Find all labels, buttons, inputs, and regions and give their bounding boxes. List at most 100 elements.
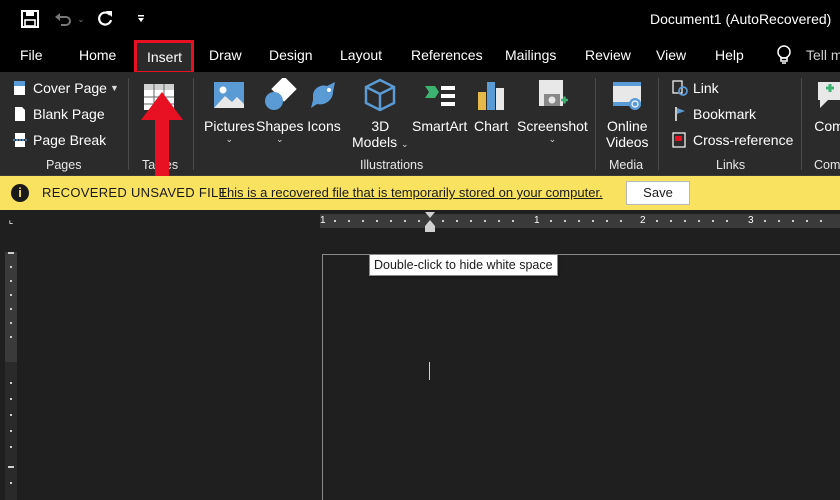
online-video-icon bbox=[613, 82, 642, 110]
redo-icon[interactable] bbox=[94, 8, 116, 30]
smartart-icon bbox=[424, 86, 455, 106]
link-label: Link bbox=[693, 80, 719, 96]
ruler-tick bbox=[10, 322, 12, 324]
ruler-number: 2 bbox=[640, 215, 646, 226]
ruler-tick bbox=[334, 220, 336, 222]
save-button[interactable]: Save bbox=[626, 181, 690, 205]
customize-qat-icon[interactable] bbox=[130, 8, 152, 30]
screenshot-label: Screenshot bbox=[517, 118, 588, 134]
3d-models-label-top: 3D bbox=[371, 118, 390, 134]
ruler-tick bbox=[578, 220, 580, 222]
pictures-button[interactable]: Pictures ⌄ bbox=[204, 78, 255, 144]
cover-page-icon bbox=[12, 80, 28, 96]
tab-file[interactable]: File bbox=[20, 47, 43, 63]
tab-review[interactable]: Review bbox=[585, 47, 631, 63]
chevron-down-icon: ⌄ bbox=[225, 134, 234, 144]
blank-page-button[interactable]: Blank Page bbox=[12, 106, 105, 122]
icons-button[interactable]: Icons bbox=[307, 78, 341, 134]
cross-reference-button[interactable]: Cross-reference bbox=[672, 132, 793, 148]
ruler-tick bbox=[726, 220, 728, 222]
horizontal-ruler[interactable]: 1 1 2 3 bbox=[320, 214, 840, 228]
ruler-number: 1 bbox=[534, 215, 540, 226]
ribbon-insert: Cover Page ▼ Blank Page Page Break Pages… bbox=[0, 72, 840, 176]
group-separator bbox=[801, 78, 802, 170]
smartart-label: SmartArt bbox=[412, 118, 468, 134]
blank-page-label: Blank Page bbox=[33, 106, 105, 122]
comment-button[interactable]: Com bbox=[812, 78, 840, 134]
cube-icon bbox=[365, 78, 396, 112]
lightbulb-icon bbox=[776, 45, 792, 70]
vertical-ruler[interactable] bbox=[5, 252, 17, 500]
ruler-tick bbox=[404, 220, 406, 222]
bookmark-button[interactable]: Bookmark bbox=[672, 106, 756, 122]
ruler-tick bbox=[684, 220, 686, 222]
document-title: Document1 (AutoRecovered) bbox=[650, 11, 832, 27]
tab-home[interactable]: Home bbox=[79, 47, 116, 63]
chart-label: Chart bbox=[474, 118, 509, 134]
shapes-button[interactable]: Shapes ⌄ bbox=[256, 78, 303, 144]
screenshot-button[interactable]: Screenshot ⌄ bbox=[517, 78, 588, 144]
icons-label: Icons bbox=[307, 118, 341, 134]
ruler-tick bbox=[10, 382, 12, 384]
ruler-tick bbox=[10, 266, 12, 268]
ruler-tick bbox=[498, 220, 500, 222]
ruler-tick bbox=[390, 220, 392, 222]
tab-layout[interactable]: Layout bbox=[340, 47, 382, 63]
smartart-button[interactable]: SmartArt bbox=[412, 78, 467, 134]
ruler-tick bbox=[592, 220, 594, 222]
document-page[interactable] bbox=[322, 254, 840, 500]
ruler-tick bbox=[470, 220, 472, 222]
tab-references[interactable]: References bbox=[411, 47, 483, 63]
pictures-label: Pictures bbox=[204, 118, 255, 134]
tab-selector[interactable]: ⌞ bbox=[0, 210, 22, 232]
link-icon bbox=[672, 80, 688, 96]
link-button[interactable]: Link bbox=[672, 80, 719, 96]
ruler-tick bbox=[698, 220, 700, 222]
tab-help[interactable]: Help bbox=[715, 47, 744, 63]
chart-icon bbox=[478, 82, 505, 110]
group-separator bbox=[658, 78, 659, 170]
3d-models-label-bottom: Models ⌄ bbox=[352, 134, 409, 150]
chevron-down-icon: ⌄ bbox=[548, 134, 557, 144]
icons-icon bbox=[311, 82, 335, 108]
ruler-tick bbox=[10, 398, 12, 400]
tab-view[interactable]: View bbox=[656, 47, 686, 63]
online-videos-button[interactable]: Online Videos bbox=[606, 78, 649, 150]
group-label-illustrations: Illustrations bbox=[360, 158, 424, 172]
ruler-tick bbox=[564, 220, 566, 222]
shapes-label: Shapes bbox=[256, 118, 304, 134]
shapes-icon bbox=[264, 78, 297, 110]
tab-design[interactable]: Design bbox=[269, 47, 313, 63]
page-break-button[interactable]: Page Break bbox=[12, 132, 106, 148]
page-break-icon bbox=[12, 132, 28, 148]
tab-mailings[interactable]: Mailings bbox=[505, 47, 556, 63]
cover-page-button[interactable]: Cover Page ▼ bbox=[12, 80, 119, 96]
ruler-tick bbox=[442, 220, 444, 222]
undo-dropdown-icon[interactable]: ⌄ bbox=[70, 8, 92, 30]
infobar-title: RECOVERED UNSAVED FILE bbox=[42, 185, 228, 200]
ruler-tick bbox=[8, 466, 14, 468]
3d-models-button[interactable]: 3D Models ⌄ bbox=[352, 78, 409, 150]
save-icon[interactable] bbox=[19, 8, 41, 30]
ruler-tick bbox=[792, 220, 794, 222]
chart-button[interactable]: Chart bbox=[474, 78, 508, 134]
chevron-down-icon: ⌄ bbox=[275, 134, 284, 144]
ruler-tick bbox=[418, 220, 420, 222]
bookmark-icon bbox=[672, 106, 688, 122]
indent-marker[interactable] bbox=[425, 212, 435, 234]
tab-draw[interactable]: Draw bbox=[209, 47, 242, 63]
ruler-tick bbox=[712, 220, 714, 222]
group-separator bbox=[128, 78, 129, 170]
ruler-tick bbox=[806, 220, 808, 222]
ruler-tick bbox=[484, 220, 486, 222]
ruler-tick bbox=[376, 220, 378, 222]
ruler-tick bbox=[456, 220, 458, 222]
screenshot-icon bbox=[539, 80, 569, 106]
group-separator bbox=[193, 78, 194, 170]
ruler-tick bbox=[8, 252, 14, 254]
infobar-message-link[interactable]: This is a recovered file that is tempora… bbox=[219, 185, 603, 200]
text-cursor bbox=[429, 362, 430, 380]
tell-me-search[interactable]: Tell m bbox=[806, 47, 840, 63]
ruler-tick bbox=[348, 220, 350, 222]
tab-insert[interactable]: Insert bbox=[134, 40, 194, 74]
